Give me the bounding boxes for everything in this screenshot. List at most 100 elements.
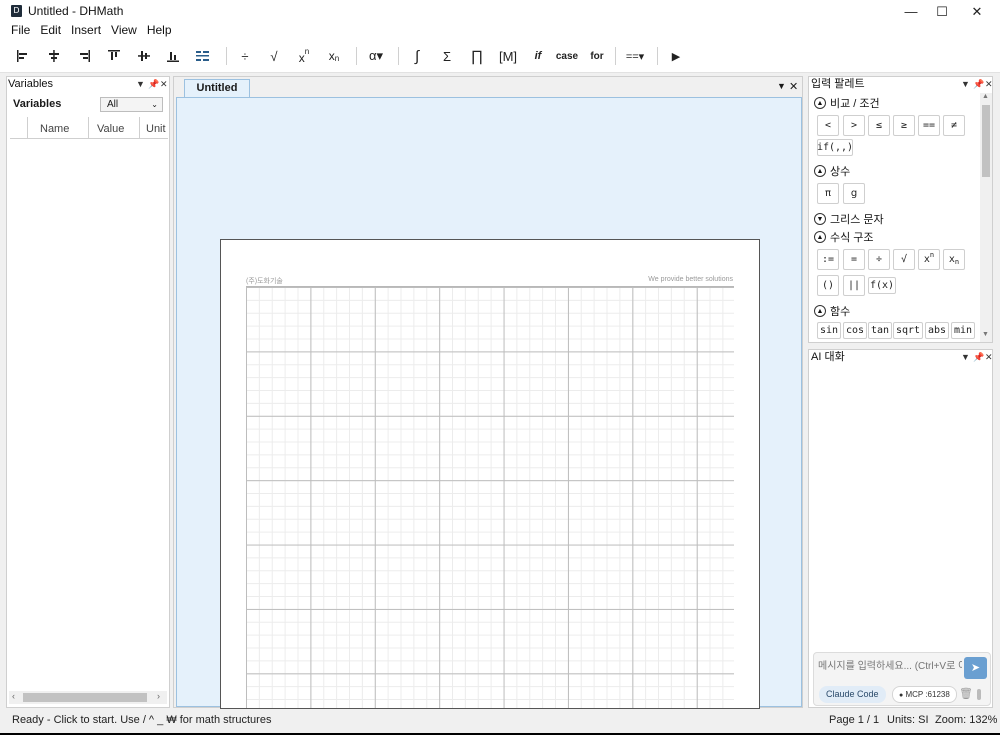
product-button[interactable]: ∏ [466,44,488,68]
send-button[interactable]: ➤ [964,657,987,679]
palette-sqrt[interactable]: √ [893,249,915,270]
ai-panel-title: AI 대화 [811,351,845,363]
sum-button[interactable]: Σ [436,44,458,68]
palette-subscript[interactable]: xn [943,249,965,270]
col-name[interactable]: Name [40,123,69,135]
palette-g[interactable]: g [843,183,865,204]
scroll-up-icon[interactable]: ▲ [982,93,989,100]
align-left-icon[interactable] [12,44,34,68]
status-zoom: Zoom: 132% [935,714,998,726]
close-button[interactable]: ✕ [962,0,992,23]
mcp-status[interactable]: ● MCP :61238 [892,686,957,703]
sqrt-button[interactable]: √ [263,44,285,68]
palette-power[interactable]: xn [918,249,940,270]
palette-if[interactable]: if(,,) [817,139,853,156]
case-button[interactable]: case [554,44,580,68]
align-bottom-icon[interactable] [162,44,184,68]
scroll-thumb[interactable] [982,105,990,177]
palette-tan[interactable]: tan [868,322,892,339]
menu-view[interactable]: View [106,23,142,39]
pin-icon[interactable]: 📌 [973,77,984,91]
palette-divide[interactable]: ÷ [868,249,890,270]
section-functions[interactable]: ▲ 함수 [814,303,850,319]
palette-sin[interactable]: sin [817,322,841,339]
palette-abs[interactable]: abs [925,322,949,339]
maximize-button[interactable]: ☐ [927,0,957,23]
col-value[interactable]: Value [97,123,124,135]
collapse-icon: ▲ [814,305,826,317]
scroll-left-icon[interactable]: ‹ [12,691,15,701]
palette-equals[interactable]: = [843,249,865,270]
palette-le[interactable]: ≤ [868,115,890,136]
scroll-right-icon[interactable]: › [157,691,160,701]
power-button[interactable]: xn [293,44,315,68]
panel-close-icon[interactable]: ✕ [160,77,168,91]
palette-fx[interactable]: f(x) [868,277,896,294]
matrix-button[interactable]: [M] [495,44,521,68]
tab-close-icon[interactable]: ✕ [789,80,798,93]
menu-edit[interactable]: Edit [35,23,66,39]
scroll-down-icon[interactable]: ▼ [982,331,989,338]
horizontal-scrollbar[interactable]: ‹ › [9,691,167,704]
palette-power-exp: n [929,250,935,259]
palette-min[interactable]: min [951,322,975,339]
col-unit[interactable]: Unit [146,123,166,135]
subscript-button[interactable]: xn [323,44,345,68]
tab-menu-icon[interactable]: ▼ [777,81,786,91]
palette-ne[interactable]: ≠ [943,115,965,136]
panel-menu-icon[interactable]: ▼ [961,77,970,91]
palette-abs-bars[interactable]: || [843,275,865,296]
menu-insert[interactable]: Insert [66,23,106,39]
align-center-icon[interactable] [43,44,65,68]
align-middle-icon[interactable] [133,44,155,68]
panel-close-icon[interactable]: ✕ [985,350,993,364]
pin-icon[interactable]: 📌 [973,350,984,364]
palette-pi[interactable]: π [817,183,839,204]
section-compare[interactable]: ▲ 비교 / 조건 [814,95,880,111]
canvas[interactable]: (주)도화기술 We provide better solutions [176,97,802,709]
if-button[interactable]: if [527,44,549,68]
palette-eq[interactable]: == [918,115,940,136]
compare-dropdown[interactable]: ==▾ [622,44,648,68]
distribute-icon[interactable] [192,44,214,68]
palette-scrollbar[interactable]: ▲ ▼ [980,93,992,342]
palette-sub-idx: n [954,257,960,266]
subscript-index: n [334,53,340,63]
divide-button[interactable]: ÷ [234,44,256,68]
palette-ge[interactable]: ≥ [893,115,915,136]
document-area: Untitled ▼ ✕ (주)도화기술 We provide better s… [173,76,803,709]
tab-untitled[interactable]: Untitled [184,79,250,97]
model-selector[interactable]: Claude Code [819,686,886,703]
menu-file[interactable]: File [6,23,35,39]
palette-lt[interactable]: < [817,115,839,136]
variables-filter-select[interactable]: All ⌄ [100,97,163,112]
minimize-button[interactable]: — [896,0,926,23]
greek-dropdown[interactable]: α▾ [363,44,389,68]
palette-cos[interactable]: cos [843,322,867,339]
mic-icon[interactable] [977,689,981,700]
panel-close-icon[interactable]: ✕ [985,77,993,91]
menu-help[interactable]: Help [142,23,177,39]
section-structure[interactable]: ▲ 수식 구조 [814,229,874,245]
status-message: Ready - Click to start. Use / ^ _ ₩ for … [12,714,272,726]
align-right-icon[interactable] [73,44,95,68]
chat-input[interactable] [818,657,962,675]
trash-icon[interactable]: 🗑 [959,687,973,700]
palette-sqrt-fn[interactable]: sqrt [893,322,923,339]
palette-gt[interactable]: > [843,115,865,136]
section-greek[interactable]: ▼ 그리스 문자 [814,211,884,227]
run-button[interactable]: ▶ [665,44,687,68]
scroll-thumb[interactable] [23,693,147,702]
panel-menu-icon[interactable]: ▼ [136,77,145,91]
ai-chat-panel: AI 대화 ▼ 📌 ✕ ➤ Claude Code ● MCP :61238 🗑 [808,349,993,708]
palette-parens[interactable]: () [817,275,839,296]
page[interactable]: (주)도화기술 We provide better solutions [220,239,760,709]
integral-button[interactable]: ∫ [406,44,428,68]
for-button[interactable]: for [586,44,608,68]
panel-menu-icon[interactable]: ▼ [961,350,970,364]
align-top-icon[interactable] [103,44,125,68]
collapse-icon: ▲ [814,97,826,109]
palette-assign[interactable]: := [817,249,839,270]
section-constants[interactable]: ▲ 상수 [814,163,850,179]
pin-icon[interactable]: 📌 [148,77,159,91]
